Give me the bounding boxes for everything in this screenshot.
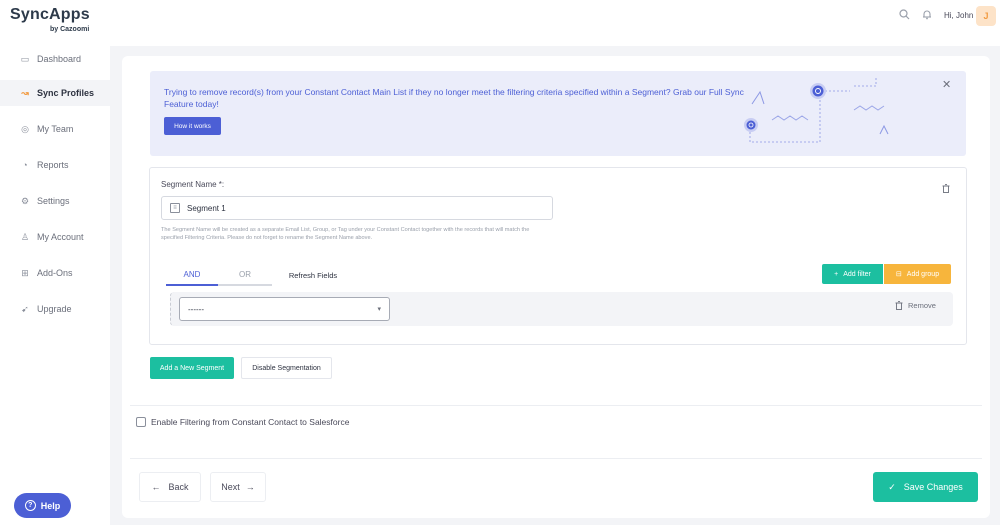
logo-subtitle: by Cazoomi (50, 26, 90, 33)
sidebar-item-reports[interactable]: ◔ Reports (0, 152, 110, 178)
sidebar-item-label: Reports (37, 160, 69, 170)
document-icon: ≡ (170, 203, 180, 213)
segment-name-value: Segment 1 (187, 203, 226, 213)
help-label: Help (40, 500, 61, 511)
next-button[interactable]: Next → (210, 472, 266, 502)
check-icon: ✓ (888, 481, 896, 492)
rocket-icon: ➹ (21, 303, 29, 314)
back-label: Back (168, 482, 189, 492)
group-icon: ⊟ (895, 271, 902, 278)
sidebar-item-add-ons[interactable]: ⊞ Add-Ons (0, 260, 110, 286)
banner-text: Trying to remove record(s) from your Con… (164, 87, 744, 109)
sidebar-item-label: Upgrade (37, 304, 72, 314)
close-icon[interactable]: ✕ (942, 78, 951, 91)
reports-icon: ◔ (22, 160, 28, 170)
sidebar-item-sync-profiles[interactable]: ↝ Sync Profiles (0, 80, 110, 106)
disable-segmentation-button[interactable]: Disable Segmentation (241, 357, 332, 379)
segment-help-text: The Segment Name will be created as a se… (161, 227, 530, 241)
tab-or[interactable]: OR (218, 264, 272, 286)
plus-icon: + (834, 270, 839, 278)
segment-name-input[interactable]: ≡ Segment 1 (161, 196, 553, 220)
sidebar-item-dashboard[interactable]: ▭ Dashboard (0, 46, 110, 72)
banner-illustration (744, 78, 889, 143)
segment-name-label: Segment Name *: (161, 180, 225, 189)
sidebar-item-label: Add-Ons (37, 268, 73, 278)
tab-and[interactable]: AND (166, 264, 218, 286)
add-filter-label: Add filter (843, 270, 871, 278)
filter-select-value: ------ (188, 304, 204, 314)
remove-label: Remove (908, 301, 936, 310)
how-it-works-button[interactable]: How it works (164, 117, 221, 135)
refresh-fields-button[interactable]: Refresh Fields (278, 264, 348, 286)
next-label: Next (221, 482, 240, 492)
chevron-down-icon: ▾ (377, 306, 381, 313)
sidebar-item-label: My Team (37, 124, 74, 134)
divider (130, 405, 982, 406)
sidebar-item-my-team[interactable]: ◎ My Team (0, 116, 110, 142)
logo-text: SyncApps (10, 6, 90, 23)
user-icon: ♙ (20, 231, 30, 242)
help-button[interactable]: ? Help (14, 493, 71, 518)
sidebar-item-label: Sync Profiles (37, 88, 95, 98)
logo[interactable]: SyncApps by Cazoomi (10, 6, 110, 38)
dashboard-icon: ▭ (20, 53, 30, 64)
sidebar-item-label: Dashboard (37, 54, 82, 64)
team-icon: ◎ (21, 123, 29, 134)
filter-field-select[interactable]: ------ ▾ (179, 297, 390, 321)
add-new-segment-button[interactable]: Add a New Segment (150, 357, 234, 379)
arrow-left-icon: ← (151, 482, 161, 492)
sidebar-item-label: My Account (37, 232, 84, 242)
addons-icon: ⊞ (21, 267, 29, 278)
enable-filtering-checkbox[interactable] (136, 417, 146, 427)
save-changes-button[interactable]: ✓ Save Changes (873, 472, 978, 502)
question-icon: ? (24, 500, 36, 511)
user-greeting: Hi, John (944, 11, 974, 20)
sync-icon: ↝ (21, 87, 29, 98)
gear-icon: ⚙ (20, 195, 30, 206)
search-icon[interactable] (897, 7, 911, 21)
divider (130, 458, 982, 459)
avatar[interactable]: J (976, 6, 996, 26)
add-group-label: Add group (906, 270, 940, 278)
sidebar-item-upgrade[interactable]: ➹ Upgrade (0, 296, 110, 322)
sidebar: ▭ Dashboard ↝ Sync Profiles ◎ My Team ◔ … (0, 46, 110, 525)
trash-icon (895, 301, 903, 310)
remove-filter-button[interactable]: Remove (895, 301, 936, 310)
top-bar (0, 0, 1000, 46)
add-group-button[interactable]: ⊟ Add group (884, 264, 951, 284)
add-filter-button[interactable]: + Add filter (822, 264, 883, 284)
back-button[interactable]: ← Back (139, 472, 201, 502)
sidebar-item-my-account[interactable]: ♙ My Account (0, 224, 110, 250)
save-label: Save Changes (903, 482, 963, 492)
enable-filtering-label[interactable]: Enable Filtering from Constant Contact t… (151, 417, 349, 427)
arrow-right-icon: → (245, 482, 255, 492)
sidebar-item-label: Settings (37, 196, 70, 206)
bell-icon[interactable] (920, 7, 934, 21)
sidebar-item-settings[interactable]: ⚙ Settings (0, 188, 110, 214)
delete-segment-icon[interactable] (942, 184, 950, 195)
